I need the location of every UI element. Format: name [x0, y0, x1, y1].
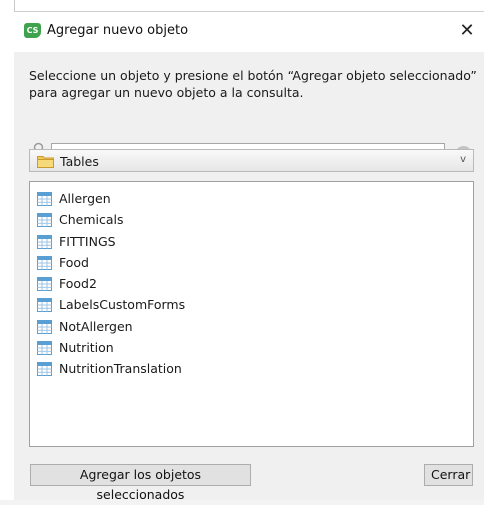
- chevron-down-icon: v: [460, 154, 466, 165]
- table-icon: [37, 298, 52, 313]
- list-item-label: LabelsCustomForms: [59, 297, 186, 313]
- app-logo-icon: CS: [24, 23, 41, 38]
- list-item[interactable]: NotAllergen: [30, 317, 473, 338]
- close-icon[interactable]: ✕: [450, 12, 484, 50]
- background-window-edge-left: [0, 0, 15, 500]
- background-window-edge: [0, 0, 484, 11]
- category-selected-value: Tables: [60, 154, 99, 169]
- table-icon: [37, 234, 52, 249]
- list-item[interactable]: Food2: [30, 274, 473, 295]
- table-icon: [37, 277, 52, 292]
- list-item[interactable]: NutritionTranslation: [30, 359, 473, 380]
- table-icon: [37, 319, 52, 334]
- title-bar: CS Agregar nuevo objeto ✕: [14, 12, 484, 52]
- category-dropdown[interactable]: Tables v: [29, 149, 474, 172]
- list-item[interactable]: Allergen: [30, 189, 473, 210]
- table-icon: [37, 362, 52, 377]
- list-item-label: NotAllergen: [59, 318, 133, 334]
- instructions-text: Seleccione un objeto y presione el botón…: [29, 68, 477, 100]
- list-item[interactable]: Nutrition: [30, 338, 473, 359]
- list-item-label: Food2: [59, 276, 97, 292]
- list-item[interactable]: FITTINGS: [30, 232, 473, 253]
- add-selected-objects-button[interactable]: Agregar los objetos seleccionados: [30, 464, 251, 502]
- add-object-dialog: CS Agregar nuevo objeto ✕ Seleccione un …: [14, 11, 484, 502]
- list-item-label: Chemicals: [59, 212, 124, 228]
- list-item-label: FITTINGS: [59, 233, 116, 249]
- folder-icon: [37, 156, 54, 168]
- list-item-label: Allergen: [59, 191, 111, 206]
- list-item[interactable]: LabelsCustomForms: [30, 295, 473, 316]
- list-item[interactable]: Chemicals: [30, 210, 473, 231]
- objects-list[interactable]: Allergen Chemicals FITTINGS Food Food2 Labels…: [29, 181, 474, 447]
- close-button[interactable]: Cerrar: [424, 464, 473, 486]
- dialog-title: Agregar nuevo objeto: [47, 23, 189, 38]
- list-item[interactable]: Food: [30, 253, 473, 274]
- table-icon: [37, 255, 52, 270]
- table-icon: [37, 213, 52, 228]
- table-icon: [37, 192, 52, 206]
- list-item-label: Food: [59, 254, 89, 270]
- table-icon: [37, 341, 52, 356]
- list-item-label: Nutrition: [59, 340, 114, 356]
- list-item-label: NutritionTranslation: [59, 361, 182, 377]
